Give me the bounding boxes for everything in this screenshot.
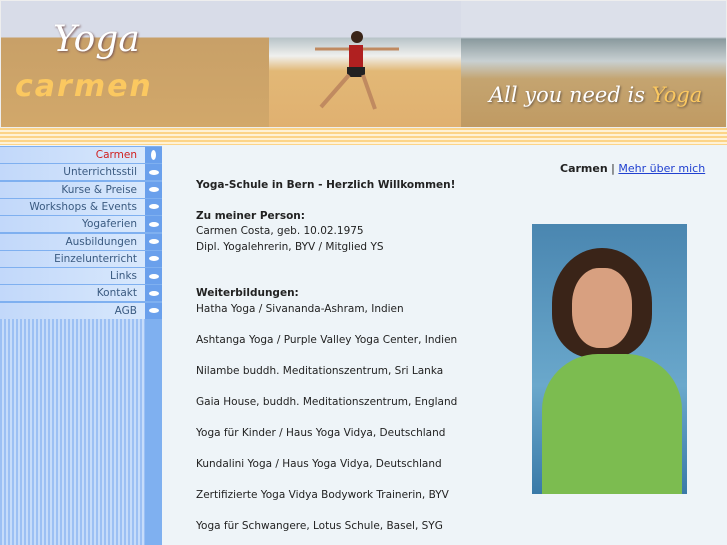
nav-item-yogaferien[interactable]: Yogaferien — [0, 216, 162, 233]
nav-item-workshops-events[interactable]: Workshops & Events — [0, 198, 162, 215]
nav-item-kurse-preise[interactable]: Kurse & Preise — [0, 181, 162, 198]
bullet-icon — [145, 302, 162, 319]
nav-item-ausbildungen[interactable]: Ausbildungen — [0, 233, 162, 250]
banner-sea — [461, 1, 726, 127]
sidebar-pattern — [0, 319, 145, 545]
nav-item-agb[interactable]: AGB — [0, 302, 162, 319]
training-item: Nilambe buddh. Meditationszentrum, Sri L… — [196, 365, 444, 377]
header-stripes — [0, 128, 727, 145]
training-item: Hatha Yoga / Sivananda-Ashram, Indien — [196, 303, 404, 315]
more-about-me-link[interactable]: Mehr über mich — [618, 162, 705, 175]
logo-yoga: Yoga — [53, 19, 140, 60]
nav-item-label: Links — [0, 268, 145, 285]
logo-carmen: carmen — [15, 69, 153, 104]
slogan-text: All you need is — [489, 83, 645, 107]
nav-item-links[interactable]: Links — [0, 268, 162, 285]
nav-item-label: Unterrichtsstil — [0, 164, 145, 181]
nav-item-label: Kurse & Preise — [0, 181, 145, 198]
bullet-icon — [145, 285, 162, 302]
training-heading: Weiterbildungen: — [196, 287, 299, 299]
about-links: Carmen | Mehr über mich — [560, 162, 705, 175]
training-item: Yoga für Kinder / Haus Yoga Vidya, Deuts… — [196, 427, 446, 439]
nav-item-unterrichtsstil[interactable]: Unterrichtsstil — [0, 164, 162, 181]
bullet-icon — [145, 216, 162, 233]
welcome-heading: Yoga-Schule in Bern - Herzlich Willkomme… — [196, 179, 456, 191]
person-line: Dipl. Yogalehrerin, BYV / Mitglied YS — [196, 241, 384, 253]
separator: | — [607, 162, 619, 175]
nav-item-label: AGB — [0, 302, 145, 319]
nav-item-label: Workshops & Events — [0, 198, 145, 215]
bullet-icon — [145, 147, 162, 163]
person-heading: Zu meiner Person: — [196, 210, 305, 222]
bullet-icon — [145, 233, 162, 250]
nav-item-label: Kontakt — [0, 285, 145, 302]
person-line: Carmen Costa, geb. 10.02.1975 — [196, 225, 364, 237]
bullet-icon — [145, 164, 162, 181]
yoga-pose-figure — [315, 31, 399, 110]
bullet-icon — [145, 268, 162, 285]
training-item: Yoga für Schwangere, Lotus Schule, Basel… — [196, 520, 443, 532]
nav-item-label: Einzelunterricht — [0, 250, 145, 267]
training-item: Ashtanga Yoga / Purple Valley Yoga Cente… — [196, 334, 458, 346]
nav-item-label: Ausbildungen — [0, 233, 145, 250]
nav-item-label: Carmen — [0, 147, 145, 163]
name-label: Carmen — [560, 162, 608, 175]
nav-item-einzelunterricht[interactable]: Einzelunterricht — [0, 250, 162, 267]
bullet-icon — [145, 181, 162, 198]
bullet-icon — [145, 250, 162, 267]
slogan-accent: Yoga — [651, 83, 703, 107]
nav-item-carmen[interactable]: Carmen — [0, 147, 162, 163]
bullet-icon — [145, 198, 162, 215]
training-item: Kundalini Yoga / Haus Yoga Vidya, Deutsc… — [196, 458, 442, 470]
training-item: Gaia House, buddh. Meditationszentrum, E… — [196, 396, 458, 408]
training-item: Zertifizierte Yoga Vidya Bodywork Traine… — [196, 489, 449, 501]
nav-item-kontakt[interactable]: Kontakt — [0, 285, 162, 302]
nav-item-label: Yogaferien — [0, 216, 145, 233]
portrait-photo — [532, 224, 687, 494]
header-banner: Yoga carmen All you need is Yoga — [0, 0, 727, 128]
slogan: All you need is Yoga — [489, 83, 702, 107]
